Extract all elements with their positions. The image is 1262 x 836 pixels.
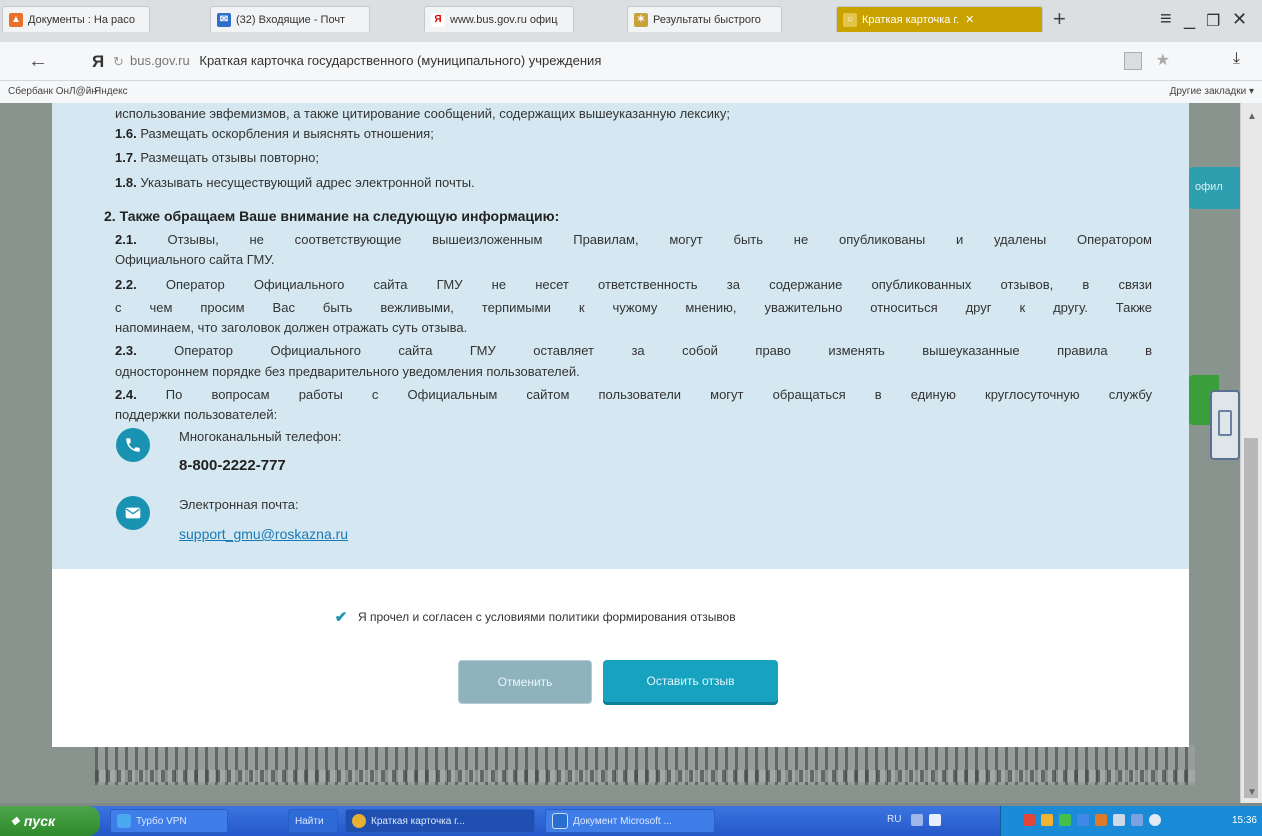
- rule-2-4-line-1: 2.4. По вопросам работы с Официальным са…: [115, 387, 1152, 402]
- cancel-button[interactable]: Отменить: [458, 660, 592, 704]
- tray-app-icon[interactable]: [1131, 814, 1143, 826]
- mail-icon: ✉: [217, 12, 231, 27]
- feedback-icon[interactable]: [1210, 390, 1240, 460]
- tray-app-icon[interactable]: [1077, 814, 1089, 826]
- submit-review-button[interactable]: Оставить отзыв: [603, 660, 778, 702]
- rule-2-2-line-2: с чем просим Вас быть вежливыми, терпимы…: [115, 300, 1152, 315]
- keyboard-icon[interactable]: [911, 814, 923, 826]
- tab-card-active[interactable]: ○ Краткая карточка г. ✕: [836, 6, 1043, 32]
- rules-panel: использование эвфемизмов, а также цитиро…: [52, 103, 1189, 569]
- close-tab-icon[interactable]: ✕: [965, 13, 974, 26]
- word-icon: [552, 813, 568, 829]
- tab-search-results[interactable]: ✶ Результаты быстрого: [627, 6, 782, 32]
- tray-app-icon[interactable]: [1095, 814, 1107, 826]
- support-email-link[interactable]: support_gmu@roskazna.ru: [179, 526, 348, 542]
- section-2-heading: 2. Также обращаем Ваше внимание на следу…: [104, 208, 560, 224]
- system-tray: RU 15:36: [887, 806, 1262, 836]
- scrollbar-thumb[interactable]: [1244, 438, 1258, 798]
- reader-mode-icon[interactable]: [1124, 52, 1142, 70]
- tray-app-icon[interactable]: [1041, 814, 1053, 826]
- download-icon[interactable]: ⤓: [1233, 50, 1240, 68]
- rule-2-1-line-2: Официального сайта ГМУ.: [115, 252, 275, 267]
- start-button[interactable]: ❖ пуск: [0, 806, 100, 836]
- yandex-browser-icon: [352, 814, 366, 828]
- minimize-icon[interactable]: _: [1184, 8, 1195, 31]
- rule-2-1-line-1: 2.1. Отзывы, не соответствующие вышеизло…: [115, 232, 1152, 247]
- tab-bus-gov[interactable]: Я www.bus.gov.ru офиц: [424, 6, 574, 32]
- menu-icon[interactable]: ≡: [1160, 8, 1172, 31]
- taskbar-word-document[interactable]: Документ Microsoft ...: [545, 809, 715, 833]
- help-icon[interactable]: [929, 814, 941, 826]
- document-icon: ▲: [9, 12, 23, 27]
- review-rules-modal: использование эвфемизмов, а также цитиро…: [52, 103, 1189, 747]
- seal-icon: ✶: [634, 12, 648, 27]
- rule-2-4-line-2: поддержки пользователей:: [115, 407, 278, 422]
- windows-taskbar: ❖ пуск Турбо VPN Найти Краткая карточка …: [0, 806, 1262, 836]
- rule-2-2-line-1: 2.2. Оператор Официального сайта ГМУ не …: [115, 277, 1152, 292]
- scroll-up-icon[interactable]: ▲: [1247, 111, 1257, 122]
- tab-documents[interactable]: ▲ Документы : На расо: [2, 6, 150, 32]
- scrollbar[interactable]: ▲ ▼: [1240, 103, 1262, 803]
- address-bar: ← Я ↻ bus.gov.ru Краткая карточка госуда…: [0, 42, 1262, 81]
- rules-intro-line: использование эвфемизмов, а также цитиро…: [115, 106, 730, 121]
- taskbar-turbo-vpn[interactable]: Турбо VPN: [110, 809, 228, 833]
- windows-logo-icon: ❖: [10, 815, 20, 828]
- side-profile-button[interactable]: офил: [1189, 167, 1240, 209]
- bookmark-star-icon[interactable]: ★: [1156, 50, 1170, 70]
- reload-icon[interactable]: ↻: [113, 54, 124, 70]
- rule-2-3-line-1: 2.3. Оператор Официального сайта ГМУ ост…: [115, 343, 1152, 358]
- phone-number: 8-800-2222-777: [179, 457, 286, 474]
- scroll-down-icon[interactable]: ▼: [1247, 787, 1257, 798]
- mail-icon: [116, 496, 150, 530]
- close-window-icon[interactable]: ✕: [1232, 9, 1247, 30]
- new-tab-icon[interactable]: +: [1053, 6, 1066, 32]
- rule-item: 1.6. Размещать оскорбления и выяснять от…: [115, 126, 434, 141]
- volume-icon[interactable]: [1149, 814, 1161, 826]
- phone-icon: [116, 428, 150, 462]
- background-stripes-lower: [95, 770, 1195, 782]
- clock: 15:36: [1231, 815, 1257, 826]
- rule-item: 1.8. Указывать несуществующий адрес элек…: [115, 175, 475, 190]
- tab-inbox[interactable]: ✉ (32) Входящие - Почт: [210, 6, 370, 32]
- agree-checkbox[interactable]: ✔: [334, 609, 348, 626]
- language-indicator[interactable]: RU: [887, 814, 901, 825]
- agree-label: Я прочел и согласен с условиями политики…: [358, 610, 736, 624]
- yandex-logo-icon[interactable]: Я: [92, 52, 104, 72]
- browser-tab-bar: ▲ Документы : На расо ✉ (32) Входящие - …: [0, 0, 1262, 42]
- page-icon: ○: [843, 12, 857, 27]
- other-bookmarks[interactable]: Другие закладки ▾: [1170, 86, 1254, 97]
- rule-2-3-line-2: одностороннем порядке без предварительно…: [115, 364, 580, 379]
- rule-2-2-line-3: напоминаем, что заголовок должен отражат…: [115, 320, 468, 335]
- ie-icon: [117, 814, 131, 828]
- bookmarks-bar: Сбербанк ОнЛ@йн Яндекс Другие закладки ▾: [0, 81, 1262, 104]
- url-field[interactable]: bus.gov.ru Краткая карточка государствен…: [130, 53, 601, 68]
- back-arrow-icon[interactable]: ←: [28, 50, 48, 73]
- tray-app-icon[interactable]: [1059, 814, 1071, 826]
- email-label: Электронная почта:: [179, 497, 299, 512]
- taskbar-browser-window[interactable]: Краткая карточка г...: [345, 809, 535, 833]
- bookmark-yandex[interactable]: Яндекс: [94, 86, 128, 97]
- phone-label: Многоканальный телефон:: [179, 429, 342, 444]
- network-icon[interactable]: [1113, 814, 1125, 826]
- maximize-icon[interactable]: ❐: [1206, 11, 1220, 31]
- yandex-icon: Я: [431, 12, 445, 27]
- tray-app-icon[interactable]: [1023, 814, 1035, 826]
- rule-item: 1.7. Размещать отзывы повторно;: [115, 150, 319, 165]
- bookmark-sberbank[interactable]: Сбербанк ОнЛ@йн: [8, 86, 97, 97]
- taskbar-search[interactable]: Найти: [288, 809, 338, 833]
- agree-row[interactable]: ✔ Я прочел и согласен с условиями полити…: [334, 609, 736, 626]
